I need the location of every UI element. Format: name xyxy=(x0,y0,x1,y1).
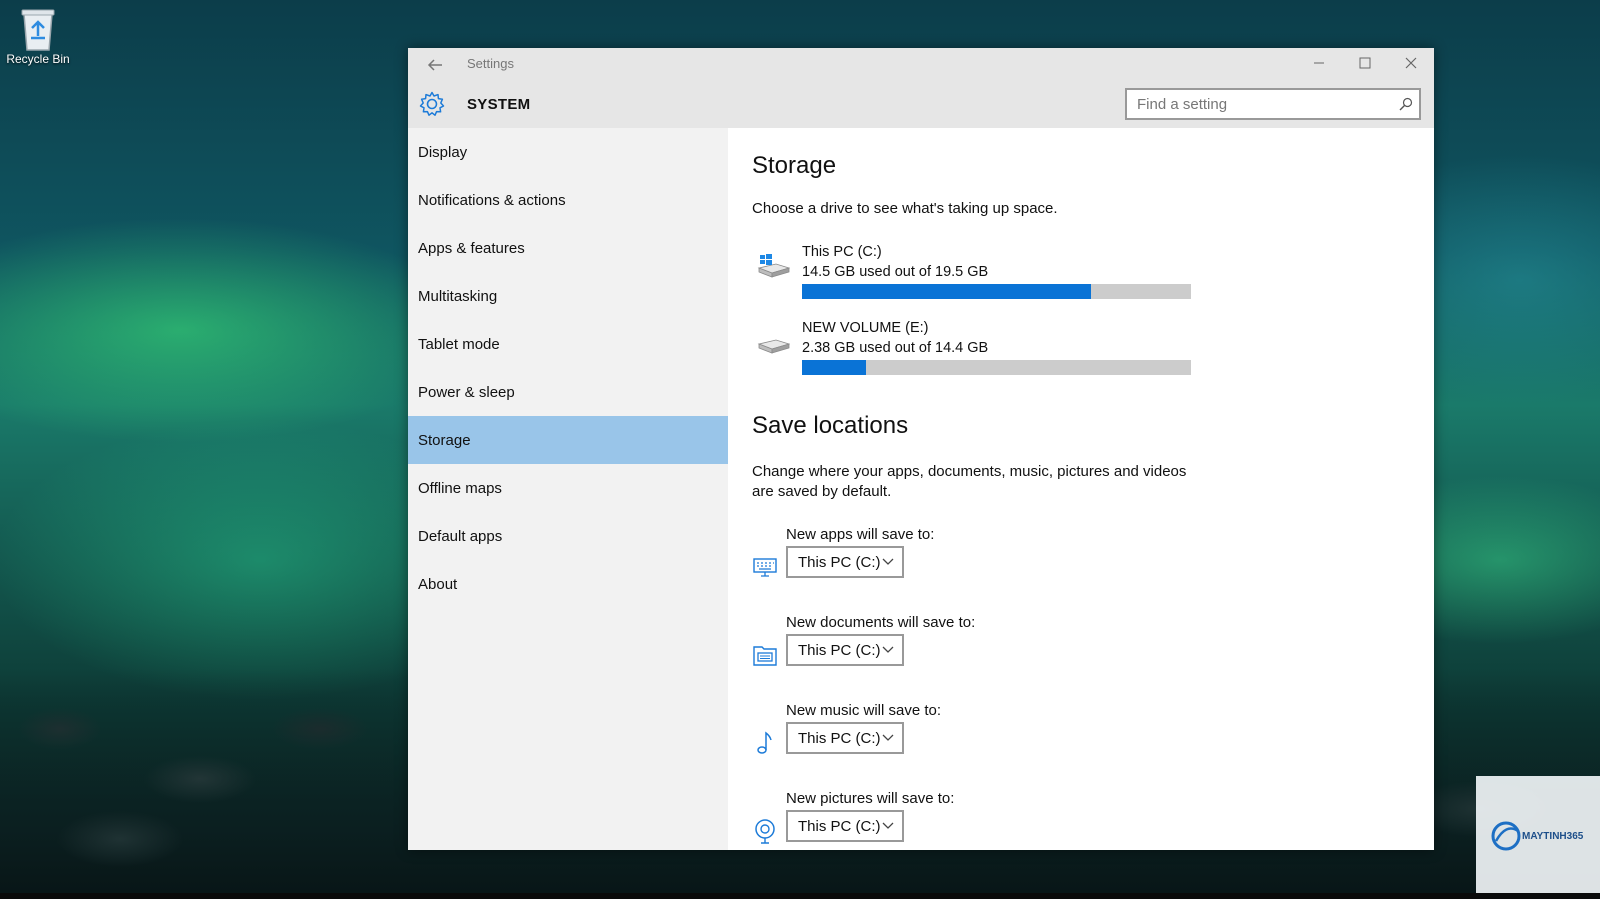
sidebar-item-storage[interactable]: Storage xyxy=(408,416,728,464)
windows-drive-icon xyxy=(757,254,790,278)
chevron-down-icon xyxy=(882,646,894,653)
sidebar-item-label: About xyxy=(418,575,458,593)
window-controls xyxy=(1296,48,1434,78)
drive-icon xyxy=(757,339,790,354)
drive-usage: 14.5 GB used out of 19.5 GB xyxy=(802,264,989,280)
select-value: This PC (C:) xyxy=(798,641,881,659)
close-icon xyxy=(1405,57,1417,69)
sidebar-item-tablet-mode[interactable]: Tablet mode xyxy=(408,320,728,368)
window-title: Settings xyxy=(467,56,514,71)
save-location-label: New music will save to: xyxy=(786,702,942,719)
sidebar-item-label: Display xyxy=(418,143,468,161)
sidebar-item-multitasking[interactable]: Multitasking xyxy=(408,272,728,320)
drive-c-entry[interactable]: This PC (C:) 14.5 GB used out of 19.5 GB xyxy=(752,240,1192,302)
save-location-documents: New documents will save to: This PC (C:) xyxy=(752,614,1052,682)
save-locations-description: Change where your apps, documents, music… xyxy=(752,463,1187,500)
storage-heading: Storage xyxy=(752,152,837,179)
sidebar-item-label: Power & sleep xyxy=(418,383,515,401)
maximize-icon xyxy=(1359,57,1371,69)
music-icon xyxy=(757,731,772,754)
drive-usage-fill xyxy=(802,284,1092,299)
sidebar-item-default-apps[interactable]: Default apps xyxy=(408,512,728,560)
watermark-text: MAYTINH365 xyxy=(1522,831,1584,842)
search-icon[interactable] xyxy=(1393,91,1419,117)
select-value: This PC (C:) xyxy=(798,729,881,747)
music-location-select[interactable]: This PC (C:) xyxy=(786,722,904,754)
select-value: This PC (C:) xyxy=(798,553,881,571)
watermark-logo: MAYTINH365 xyxy=(1476,776,1600,896)
sidebar-item-label: Storage xyxy=(418,431,471,449)
save-location-apps: New apps will save to: This PC (C:) xyxy=(752,526,1052,594)
sidebar-item-notifications[interactable]: Notifications & actions xyxy=(408,176,728,224)
sidebar-item-power-sleep[interactable]: Power & sleep xyxy=(408,368,728,416)
documents-icon xyxy=(753,646,777,666)
back-arrow-icon[interactable] xyxy=(424,54,446,76)
pictures-location-select[interactable]: This PC (C:) xyxy=(786,810,904,842)
maximize-button[interactable] xyxy=(1342,48,1388,78)
close-button[interactable] xyxy=(1388,48,1434,78)
storage-description: Choose a drive to see what's taking up s… xyxy=(752,200,1058,217)
pictures-icon xyxy=(755,819,775,844)
sidebar-item-label: Multitasking xyxy=(418,287,498,305)
save-location-music: New music will save to: This PC (C:) xyxy=(752,702,1052,770)
recycle-bin-icon xyxy=(21,9,55,51)
apps-icon xyxy=(753,558,777,577)
sidebar-item-label: Default apps xyxy=(418,527,503,545)
save-location-pictures: New pictures will save to: This PC (C:) xyxy=(752,790,1052,850)
sidebar-item-about[interactable]: About xyxy=(408,560,728,608)
taskbar xyxy=(0,893,1600,899)
sidebar-item-display[interactable]: Display xyxy=(408,128,728,176)
drive-name: This PC (C:) xyxy=(802,244,882,260)
minimize-icon xyxy=(1314,62,1324,64)
drive-e-entry[interactable]: NEW VOLUME (E:) 2.38 GB used out of 14.4… xyxy=(752,316,1192,378)
section-title: SYSTEM xyxy=(467,96,531,113)
gear-icon xyxy=(419,91,445,116)
drive-usage-bar xyxy=(802,284,1191,299)
title-bar: Settings SYSTEM xyxy=(408,48,1434,128)
settings-window: Settings SYSTEM Display Notifications xyxy=(408,48,1434,850)
chevron-down-icon xyxy=(882,822,894,829)
sidebar-item-offline-maps[interactable]: Offline maps xyxy=(408,464,728,512)
sidebar-item-apps-features[interactable]: Apps & features xyxy=(408,224,728,272)
drive-usage-fill xyxy=(802,360,867,375)
minimize-button[interactable] xyxy=(1296,48,1342,78)
search-input[interactable] xyxy=(1127,95,1393,113)
recycle-bin-shortcut[interactable]: Recycle Bin xyxy=(6,6,70,66)
drive-usage: 2.38 GB used out of 14.4 GB xyxy=(802,340,989,356)
documents-location-select[interactable]: This PC (C:) xyxy=(786,634,904,666)
sidebar-item-label: Apps & features xyxy=(418,239,525,257)
sidebar-item-label: Tablet mode xyxy=(418,335,500,353)
sidebar-nav: Display Notifications & actions Apps & f… xyxy=(408,128,728,850)
apps-location-select[interactable]: This PC (C:) xyxy=(786,546,904,578)
search-box[interactable] xyxy=(1125,88,1421,120)
save-locations-heading: Save locations xyxy=(752,412,909,439)
save-location-label: New documents will save to: xyxy=(786,614,976,631)
chevron-down-icon xyxy=(882,558,894,565)
drive-name: NEW VOLUME (E:) xyxy=(802,320,929,336)
drive-usage-bar xyxy=(802,360,1191,375)
save-location-label: New pictures will save to: xyxy=(786,790,955,807)
maytinh365-logo-icon: MAYTINH365 xyxy=(1491,821,1584,851)
main-content: Storage Choose a drive to see what's tak… xyxy=(728,128,1434,850)
recycle-bin-label: Recycle Bin xyxy=(6,52,70,66)
sidebar-item-label: Notifications & actions xyxy=(418,191,566,209)
save-location-label: New apps will save to: xyxy=(786,526,935,543)
sidebar-item-label: Offline maps xyxy=(418,479,502,497)
chevron-down-icon xyxy=(882,734,894,741)
select-value: This PC (C:) xyxy=(798,817,881,835)
